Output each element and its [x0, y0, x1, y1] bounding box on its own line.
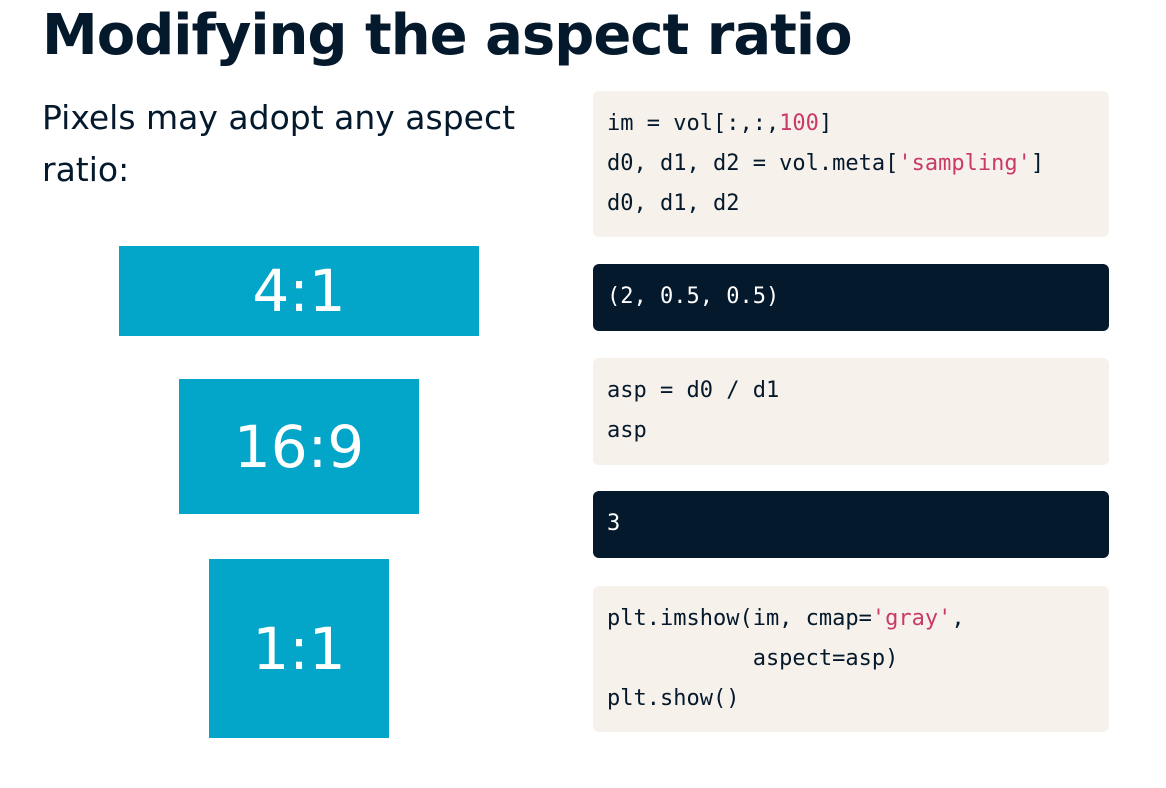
code-line: asp = d0 / d1 — [607, 378, 780, 403]
code-line: im = vol[:,:,100] — [607, 111, 833, 136]
code-string-literal: 'sampling' — [898, 151, 1031, 176]
aspect-ratio-label: 1:1 — [252, 614, 346, 683]
aspect-ratio-label: 4:1 — [252, 257, 346, 325]
code-line: plt.show() — [607, 686, 740, 711]
code-output-sampling: (2, 0.5, 0.5) — [593, 264, 1109, 331]
aspect-ratio-16-9-box: 16:9 — [179, 379, 419, 514]
code-line: d0, d1, d2 — [607, 191, 740, 216]
code-line: plt.imshow(im, cmap='gray', — [607, 606, 965, 631]
aspect-ratio-label: 16:9 — [233, 412, 365, 481]
code-string-literal: 'gray' — [871, 606, 952, 631]
code-line: d0, d1, d2 = vol.meta['sampling'] — [607, 151, 1045, 176]
aspect-ratio-1-1-box: 1:1 — [209, 559, 389, 738]
output-line: 3 — [607, 511, 621, 536]
intro-text: Pixels may adopt any aspect ratio: — [42, 98, 516, 189]
code-line: aspect=asp) — [607, 646, 899, 671]
code-line: asp — [607, 418, 647, 443]
code-block-sampling: im = vol[:,:,100] d0, d1, d2 = vol.meta['… — [593, 91, 1109, 237]
code-number-literal: 100 — [779, 111, 819, 136]
aspect-ratio-4-1-box: 4:1 — [119, 246, 479, 336]
code-block-aspect: asp = d0 / d1 asp — [593, 358, 1109, 465]
page-title: Modifying the aspect ratio — [42, 3, 853, 68]
code-output-aspect: 3 — [593, 491, 1109, 558]
code-block-imshow: plt.imshow(im, cmap='gray', aspect=asp) p… — [593, 586, 1109, 732]
output-line: (2, 0.5, 0.5) — [607, 284, 780, 309]
